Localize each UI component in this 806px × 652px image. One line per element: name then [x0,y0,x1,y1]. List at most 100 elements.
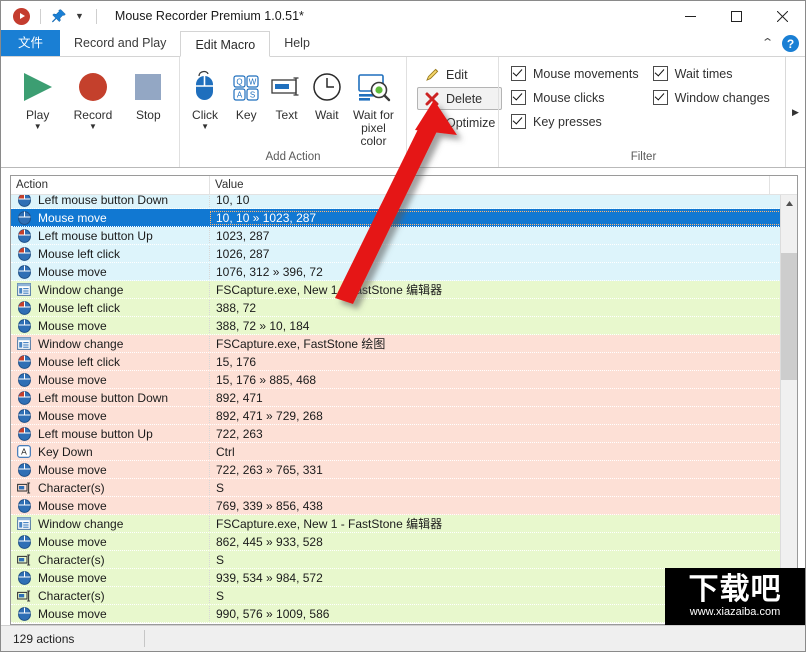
svg-text:Q: Q [237,78,243,87]
watermark-url: www.xiazaiba.com [690,606,780,619]
filter-window-changes[interactable]: Window changes [653,89,780,106]
help-question-icon[interactable]: ? [782,35,799,52]
tab-file[interactable]: 文件 [1,30,60,56]
row-action-label: Window change [38,517,123,531]
chevron-down-icon[interactable]: ▼ [89,123,97,131]
record-button[interactable]: Record ▼ [68,61,117,132]
ribbon-group-filter: Mouse movements Mouse clicks Key presses [498,57,788,167]
filter-mouse-clicks-label: Mouse clicks [533,91,605,105]
checkbox-icon[interactable] [653,90,668,105]
play-triangle-icon [18,66,58,108]
table-row[interactable]: Mouse left click388, 72 [11,299,797,317]
group-label-add-action: Add Action [180,149,406,167]
mouse-move-icon [16,372,32,387]
row-action-cell: Left mouse button Down [11,390,210,405]
edit-action-button[interactable]: Edit [417,63,502,86]
row-action-label: Character(s) [38,589,105,603]
checkbox-icon[interactable] [511,90,526,105]
minimize-button[interactable] [667,1,713,31]
svg-text:W: W [249,78,257,87]
table-row[interactable]: AKey DownCtrl [11,443,797,461]
list-vertical-scrollbar[interactable] [780,195,797,624]
chevron-up-icon[interactable]: ⌃ [761,38,774,49]
chevron-down-icon[interactable]: ▼ [34,123,42,131]
row-action-cell: Mouse move [11,318,210,333]
row-action-label: Mouse move [38,463,107,477]
close-button[interactable] [759,1,805,31]
table-row[interactable]: Mouse move15, 176 » 885, 468 [11,371,797,389]
delete-action-button[interactable]: Delete [417,87,502,110]
wait-for-pixel-color-button[interactable]: Wait forpixel color [347,61,400,149]
text-button[interactable]: Text [266,61,306,123]
status-actions-count: 129 actions [1,632,74,646]
row-value-cell: 1023, 287 [210,229,797,243]
table-row[interactable]: Character(s)S [11,479,797,497]
table-row[interactable]: Window changeFSCapture.exe, New 1 - Fast… [11,515,797,533]
mouse-icon [189,66,221,108]
filter-key-presses[interactable]: Key presses [511,113,649,130]
table-row[interactable]: Mouse left click15, 176 [11,353,797,371]
scrollbar-thumb[interactable] [781,253,797,380]
row-action-cell: Mouse move [11,264,210,279]
ribbon-overflow-button[interactable]: ▶ [785,57,805,167]
table-row[interactable]: Left mouse button Up1023, 287 [11,227,797,245]
ribbon-group-edit: Edit Delete [406,57,498,167]
row-value-cell: S [210,553,797,567]
optimize-action-button[interactable]: Optimize [417,111,502,134]
checkbox-icon[interactable] [511,114,526,129]
key-button[interactable]: Q W A S Key [226,61,266,123]
table-row[interactable]: Mouse move722, 263 » 765, 331 [11,461,797,479]
window-title: Mouse Recorder Premium 1.0.51* [115,9,304,23]
click-button[interactable]: Click ▼ [184,61,226,132]
chevron-down-icon[interactable]: ▼ [73,12,86,21]
table-row[interactable]: Mouse move862, 445 » 933, 528 [11,533,797,551]
row-action-label: Mouse left click [38,247,120,261]
checkbox-icon[interactable] [653,66,668,81]
list-rows: Left mouse button Down10, 10Mouse move10… [11,195,797,623]
group-label-playback [1,149,179,167]
row-action-cell: Mouse move [11,210,210,225]
checkbox-icon[interactable] [511,66,526,81]
wait-button[interactable]: Wait [307,61,347,123]
tab-edit-macro[interactable]: Edit Macro [180,31,270,57]
stop-button[interactable]: Stop [124,61,173,123]
table-row[interactable]: Mouse move388, 72 » 10, 184 [11,317,797,335]
tab-record-and-play[interactable]: Record and Play [60,30,180,56]
pin-icon[interactable] [51,8,67,24]
table-row[interactable]: Left mouse button Up722, 263 [11,425,797,443]
table-row[interactable]: Left mouse button Down892, 471 [11,389,797,407]
row-action-cell: Character(s) [11,480,210,495]
row-action-cell: Mouse move [11,462,210,477]
tab-help[interactable]: Help [270,30,324,56]
watermark-text: 下载吧 [689,574,782,606]
filter-mouse-movements[interactable]: Mouse movements [511,65,649,82]
record-label: Record [74,109,113,122]
column-header-action[interactable]: Action [11,176,210,194]
table-row[interactable]: Mouse left click1026, 287 [11,245,797,263]
column-header-value[interactable]: Value [210,176,770,194]
stop-square-icon [128,66,168,108]
mouse-move-icon [16,264,32,279]
mouse-move-icon [16,210,32,225]
table-row[interactable]: Character(s)S [11,551,797,569]
table-row[interactable]: Mouse move1076, 312 » 396, 72 [11,263,797,281]
pencil-icon [424,67,440,83]
table-row[interactable]: Window changeFSCapture.exe, FastStone 绘图 [11,335,797,353]
row-action-cell: Window change [11,282,210,297]
scroll-up-button[interactable] [781,195,797,212]
chevron-down-icon[interactable]: ▼ [201,123,209,131]
divider [40,9,41,24]
svg-text:S: S [250,91,255,100]
table-row[interactable]: Left mouse button Down10, 10 [11,195,797,209]
table-row[interactable]: Window changeFSCapture.exe, New 1 - Fast… [11,281,797,299]
play-button[interactable]: Play ▼ [13,61,62,132]
table-row[interactable]: Mouse move769, 339 » 856, 438 [11,497,797,515]
maximize-button[interactable] [713,1,759,31]
table-row[interactable]: Mouse move892, 471 » 729, 268 [11,407,797,425]
filter-wait-times[interactable]: Wait times [653,65,780,82]
filter-mouse-movements-label: Mouse movements [533,67,639,81]
table-row[interactable]: Mouse move10, 10 » 1023, 287 [11,209,797,227]
filter-mouse-clicks[interactable]: Mouse clicks [511,89,649,106]
mouse-left-icon [16,390,32,405]
row-action-cell: Mouse left click [11,354,210,369]
